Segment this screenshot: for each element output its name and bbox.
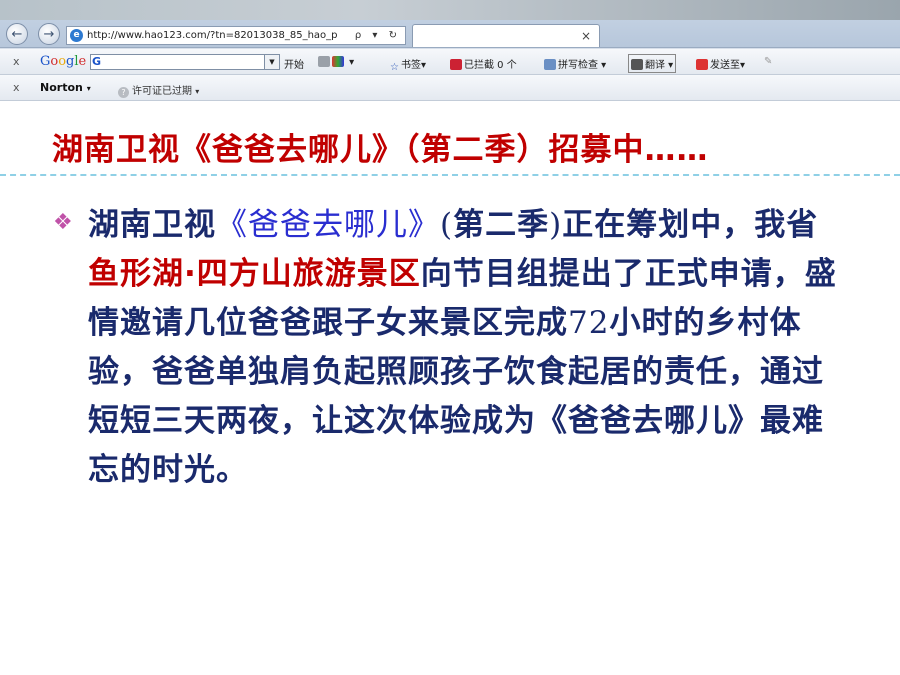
translate-button[interactable]: 翻译 ▾ [628, 54, 677, 73]
browser-tab[interactable]: × [412, 24, 600, 47]
address-url: http://www.hao123.com/?tn=82013038_85_ha… [87, 30, 338, 41]
browser-chrome: ← → e http://www.hao123.com/?tn=82013038… [0, 0, 900, 101]
title-divider [0, 174, 900, 176]
tab-close-icon[interactable]: × [581, 29, 591, 43]
spellcheck-button[interactable]: 拼写检查 ▾ [544, 56, 606, 71]
back-arrow-icon: ← [11, 27, 23, 42]
google-logo: Google [40, 54, 87, 69]
norton-toolbar-close-icon[interactable]: x [13, 81, 20, 94]
scenic-area-highlight: 鱼形湖·四方山旅游景区 [88, 256, 421, 292]
star-icon: ☆ [390, 62, 399, 73]
send-arrow-icon [696, 59, 708, 70]
bullet-diamond-icon: ❖ [53, 210, 73, 235]
question-icon: ? [118, 87, 129, 98]
forward-button[interactable]: → [38, 23, 60, 45]
multicolor-icon [332, 56, 344, 67]
google-search-input[interactable]: G ▼ [90, 54, 280, 70]
popup-blocked-icon [450, 59, 462, 70]
window-background-strip [0, 0, 900, 20]
slide-body-text: 湖南卫视《爸爸去哪儿》(第二季)正在筹划中，我省鱼形湖·四方山旅游景区向节目组提… [88, 207, 837, 488]
google-g-icon: G [92, 55, 102, 68]
google-toolbar: x Google G ▼ 开始 ▾ ☆ 书签▾ 已拦截 0 个 拼写检查 ▾ 翻译… [0, 49, 900, 75]
pencil-icon[interactable]: ✎ [764, 56, 772, 67]
google-search-dropdown-icon[interactable]: ▼ [264, 55, 279, 69]
address-controls[interactable]: ρ ▾ ↻ [355, 27, 401, 44]
google-toolbar-close-icon[interactable]: x [13, 55, 20, 68]
slide-title: 湖南卫视《爸爸去哪儿》（第二季）招募中…… [52, 132, 709, 168]
back-button[interactable]: ← [6, 23, 28, 45]
popup-blocker[interactable]: 已拦截 0 个 [450, 56, 517, 71]
forward-arrow-icon: → [43, 27, 55, 42]
translate-icon [631, 59, 643, 70]
show-name-highlight: 《爸爸去哪儿》 [216, 207, 440, 243]
send-to-button[interactable]: 发送至▾ [696, 56, 745, 71]
norton-logo[interactable]: Norton ▾ [40, 81, 91, 94]
license-expired-button[interactable]: ? 许可证已过期 ▾ [118, 82, 199, 98]
norton-toolbar: x Norton ▾ ? 许可证已过期 ▾ [0, 75, 900, 101]
google-start-button[interactable]: 开始 [284, 56, 304, 71]
toolbar-extras-icons[interactable]: ▾ [318, 56, 354, 68]
puzzle-icon [318, 56, 330, 67]
ie-page-icon: e [70, 29, 83, 42]
bookmarks-button[interactable]: ☆ 书签▾ [390, 56, 426, 73]
spellcheck-icon [544, 59, 556, 70]
navigation-bar: ← → e http://www.hao123.com/?tn=82013038… [0, 0, 900, 48]
address-bar[interactable]: e http://www.hao123.com/?tn=82013038_85_… [66, 26, 406, 45]
